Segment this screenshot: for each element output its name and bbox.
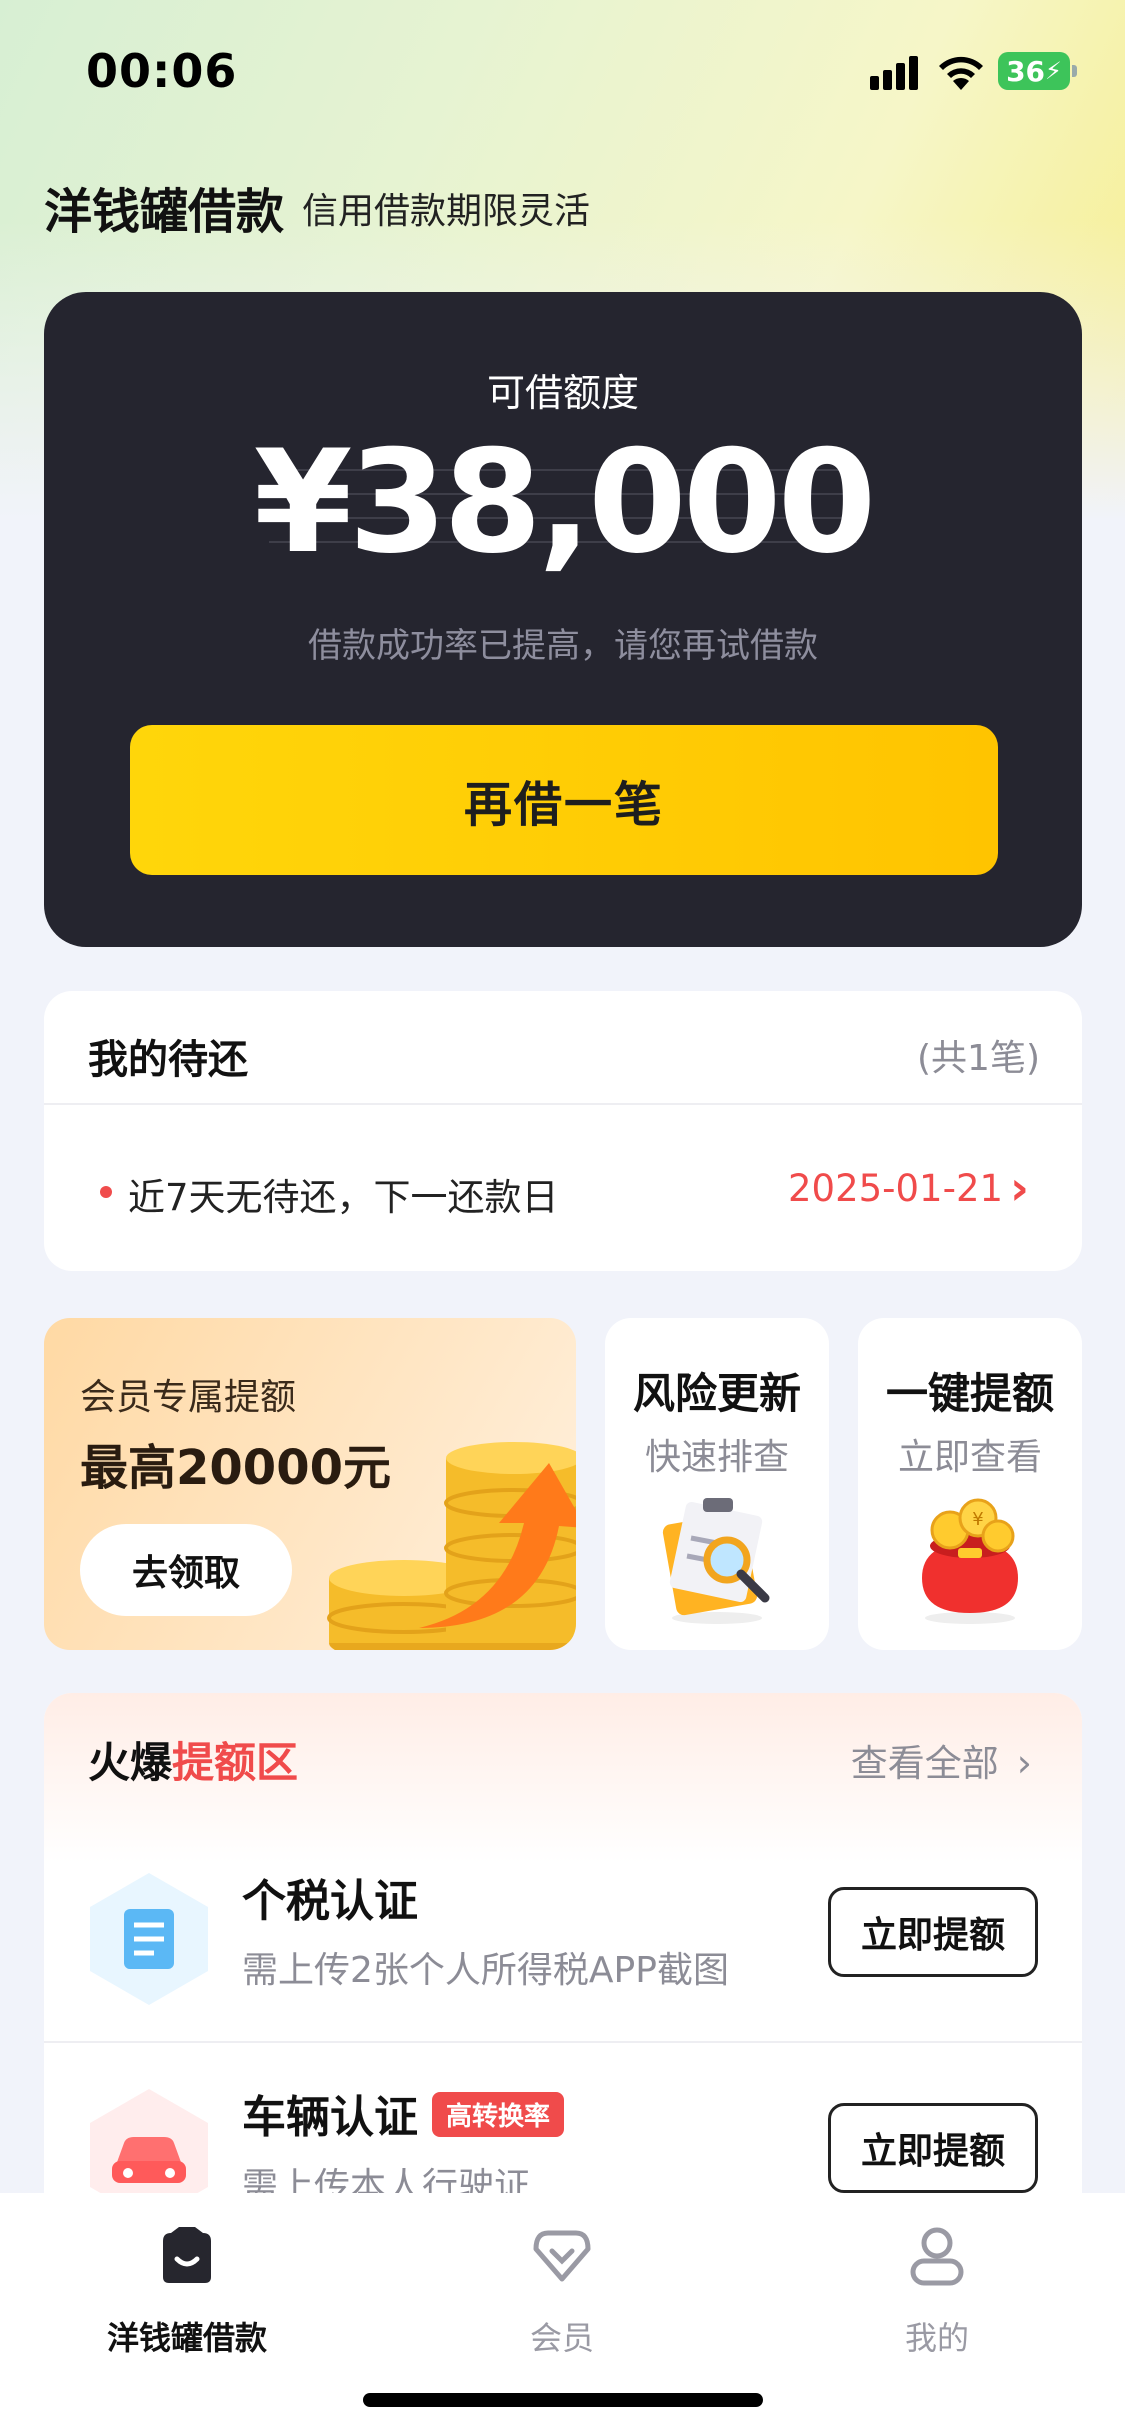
section-title: 火爆提额区	[88, 1729, 298, 1790]
raise-button[interactable]: 立即提额	[828, 2103, 1038, 2193]
section-title-red: 提额区	[172, 1738, 299, 1787]
clipboard-magnifier-icon	[662, 1498, 770, 1624]
chevron-right-icon[interactable]: ›	[1010, 1161, 1029, 1215]
claim-button[interactable]: 去领取	[80, 1524, 292, 1616]
divider	[44, 1103, 1082, 1105]
view-all-label: 查看全部	[850, 1742, 999, 1785]
coins-arrow-icon	[327, 1442, 576, 1650]
chevron-right-icon: ›	[1016, 1741, 1032, 1785]
promo-subtitle: 会员专属提额	[80, 1377, 297, 1418]
app-title: 洋钱罐借款	[44, 184, 285, 240]
tab-member[interactable]: 会员	[452, 2221, 672, 2361]
battery-level: 36	[1006, 54, 1046, 88]
repay-notice: 近7天无待还，下一还款日	[128, 1176, 559, 1219]
risk-update-tile[interactable]: 风险更新 快速排查	[605, 1318, 829, 1650]
home-indicator[interactable]	[363, 2393, 763, 2407]
credit-card: 可借额度 ¥38,000 借款成功率已提高，请您再试借款 再借一笔	[44, 292, 1082, 947]
credit-label: 可借额度	[486, 371, 639, 415]
tab-label: 会员	[529, 2319, 594, 2357]
wifi-icon	[939, 56, 983, 90]
quick-raise-tile[interactable]: 一键提额 立即查看 ¥	[858, 1318, 1082, 1650]
status-bar: 00:06 36 ⚡	[0, 0, 1125, 140]
app-subtitle: 信用借款期限灵活	[302, 191, 591, 232]
member-diamond-icon	[533, 2230, 591, 2282]
raise-button[interactable]: 立即提额	[828, 1887, 1038, 1977]
status-dot	[100, 1186, 112, 1198]
tile-title: 风险更新	[632, 1369, 801, 1418]
repay-title: 我的待还	[88, 1037, 248, 1083]
item-name-text: 车辆认证	[242, 2092, 418, 2143]
tile-title: 一键提额	[885, 1369, 1054, 1418]
section-title-black: 火爆	[88, 1738, 173, 1787]
credit-hint: 借款成功率已提高，请您再试借款	[308, 626, 818, 666]
tile-subtitle: 快速排查	[644, 1437, 789, 1478]
repay-card: 我的待还 (共1笔) 近7天无待还，下一还款日 2025-01-21 ›	[44, 991, 1082, 1271]
battery-icon: 36 ⚡	[998, 52, 1077, 90]
svg-text:¥: ¥	[972, 1509, 983, 1530]
tab-loan[interactable]: 洋钱罐借款	[77, 2221, 297, 2361]
list-item: 个税认证 需上传2张个人所得税APP截图 立即提额	[44, 1829, 1082, 2043]
cellular-signal-icon	[870, 56, 922, 90]
divider	[44, 2041, 1082, 2043]
borrow-again-button[interactable]: 再借一笔	[130, 725, 998, 875]
item-name: 个税认证	[242, 1876, 418, 1927]
member-promo-card[interactable]: 会员专属提额 最高20000元 去领取	[44, 1318, 576, 1650]
view-all-link[interactable]: 查看全部 ›	[851, 1733, 1032, 1787]
tile-subtitle: 立即查看	[897, 1437, 1042, 1478]
profile-icon	[910, 2227, 964, 2286]
repay-count: (共1笔)	[917, 1038, 1040, 1079]
credit-amount: ¥38,000	[253, 420, 877, 585]
tab-label: 我的	[904, 2319, 969, 2357]
status-time: 00:06	[86, 44, 238, 98]
high-conversion-badge: 高转换率	[432, 2091, 565, 2137]
next-repay-date[interactable]: 2025-01-21	[788, 1167, 1003, 1210]
item-description: 需上传2张个人所得税APP截图	[242, 1950, 729, 1991]
hot-raise-section: 火爆提额区 查看全部 › 个税认证 需上传2张个人所得税APP截图 立即提额 车辆…	[44, 1693, 1082, 2253]
lucky-bag-icon: ¥	[922, 1498, 1018, 1624]
tab-label: 洋钱罐借款	[106, 2319, 267, 2357]
jar-icon	[163, 2227, 211, 2283]
item-name: 车辆认证 高转换率	[242, 2081, 565, 2145]
tax-document-icon	[90, 1873, 208, 2005]
tab-mine[interactable]: 我的	[827, 2221, 1047, 2361]
